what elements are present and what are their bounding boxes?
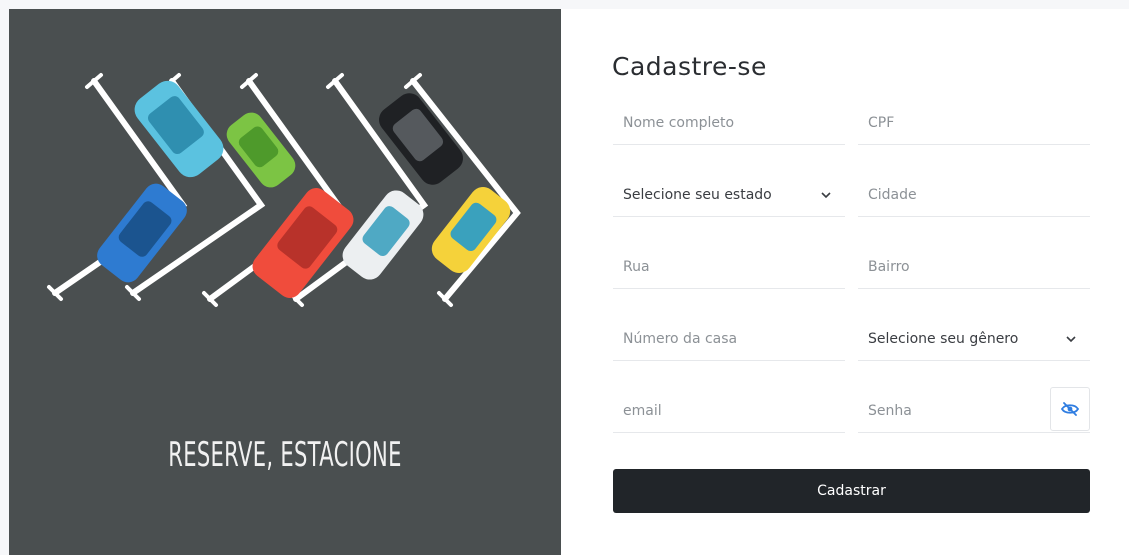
car-white: [342, 190, 424, 280]
house-number-input[interactable]: Número da casa: [613, 317, 845, 361]
state-select-value: Selecione seu estado: [623, 186, 772, 203]
district-placeholder: Bairro: [868, 258, 910, 275]
street-input[interactable]: Rua: [613, 245, 845, 289]
hero-image-panel: RESERVE, ESTACIONE: [9, 9, 561, 555]
car-green: [226, 112, 296, 188]
password-visibility-toggle[interactable]: [1050, 387, 1090, 431]
gender-select-value: Selecione seu gênero: [868, 330, 1019, 347]
password-input[interactable]: Senha: [858, 387, 1090, 433]
city-placeholder: Cidade: [868, 186, 917, 203]
email-placeholder: email: [623, 402, 662, 419]
email-input[interactable]: email: [613, 389, 845, 433]
cpf-input[interactable]: CPF: [858, 101, 1090, 145]
city-input[interactable]: Cidade: [858, 173, 1090, 217]
district-input[interactable]: Bairro: [858, 245, 1090, 289]
car-black: [379, 93, 463, 185]
password-placeholder: Senha: [868, 402, 912, 419]
register-button[interactable]: Cadastrar: [613, 469, 1090, 513]
car-red: [252, 188, 354, 298]
street-placeholder: Rua: [623, 258, 650, 275]
eye-slash-icon: [1061, 402, 1079, 416]
gender-select[interactable]: Selecione seu gênero: [858, 317, 1090, 361]
car-cyan: [134, 80, 224, 178]
page-background: [0, 0, 1129, 9]
full-name-input[interactable]: Nome completo: [613, 101, 845, 145]
form-title: Cadastre-se: [612, 52, 767, 81]
house-number-placeholder: Número da casa: [623, 330, 738, 347]
hero-tagline: RESERVE, ESTACIONE: [168, 435, 402, 475]
cpf-placeholder: CPF: [868, 114, 895, 131]
full-name-placeholder: Nome completo: [623, 114, 735, 131]
chevron-down-icon: [821, 192, 831, 199]
state-select[interactable]: Selecione seu estado: [613, 173, 845, 217]
chevron-down-icon: [1066, 336, 1076, 343]
